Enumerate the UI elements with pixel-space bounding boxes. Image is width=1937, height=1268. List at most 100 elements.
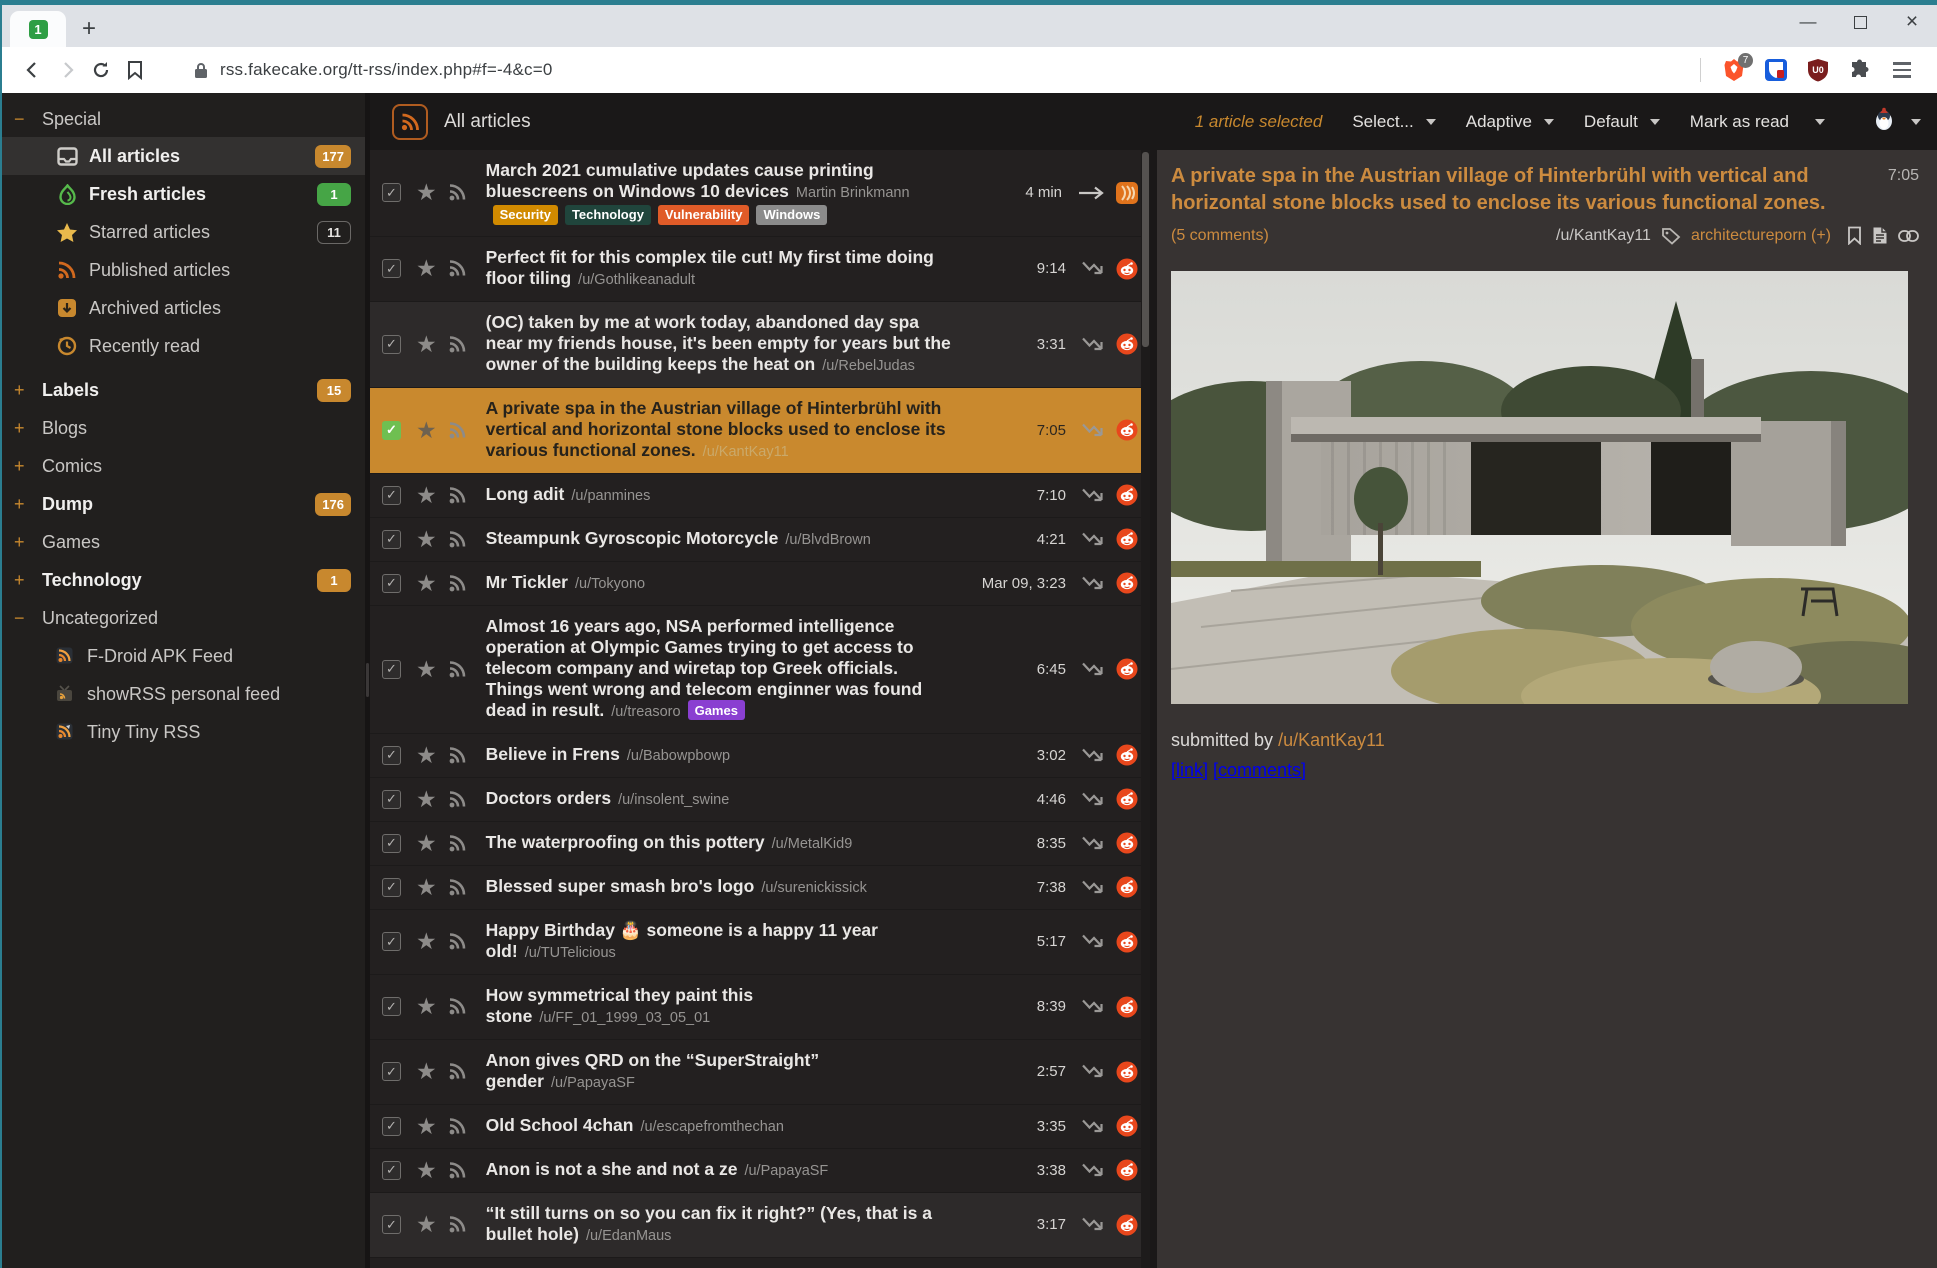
star-icon[interactable]: ★ (416, 876, 437, 899)
article-row[interactable]: ✓★Perfect fit for this complex tile cut!… (370, 237, 1150, 302)
article-title[interactable]: Believe in Frens (486, 744, 620, 764)
sort-dropdown[interactable]: Default (1584, 112, 1660, 132)
article-row[interactable]: ✓ ★ “It still turns on so you can fix it r… (370, 1193, 1150, 1258)
article-row[interactable]: ✓★Steampunk Gyroscopic Motorcycle/u/Blvd… (370, 518, 1150, 562)
article-checkbox[interactable]: ✓ (382, 932, 401, 951)
star-icon[interactable]: ★ (416, 528, 437, 551)
article-checkbox[interactable]: ✓ (382, 660, 401, 679)
article-checkbox[interactable]: ✓ (382, 878, 401, 897)
star-icon[interactable]: ★ (416, 572, 437, 595)
article-row[interactable]: ✓★Anon is not a she and not a ze/u/Papay… (370, 1149, 1150, 1193)
expander-icon[interactable]: + (14, 532, 42, 553)
maximize-button[interactable] (1845, 9, 1875, 35)
star-icon[interactable]: ★ (416, 333, 437, 356)
star-icon[interactable]: ★ (416, 995, 437, 1018)
sidebar-category-uncategorized[interactable]: −Uncategorized (2, 599, 365, 637)
collapse-icon[interactable]: − (14, 109, 42, 130)
browser-tab[interactable]: 1 (10, 11, 66, 47)
close-button[interactable]: × (1897, 9, 1927, 35)
expander-icon[interactable]: + (14, 380, 42, 401)
submitter-link[interactable]: /u/KantKay11 (1278, 730, 1385, 750)
sidebar-feed-showrss-personal-feed[interactable]: showRSS personal feed (2, 675, 365, 713)
article-checkbox[interactable]: ✓ (382, 183, 401, 202)
star-icon[interactable]: ★ (416, 658, 437, 681)
article-title[interactable]: Long adit (486, 484, 565, 504)
article-row[interactable]: ✓★Believe in Frens/u/Babowpbowp3:02 (370, 734, 1150, 778)
sidebar-category-games[interactable]: +Games (2, 523, 365, 561)
article-row[interactable]: ✓★Mr Tickler/u/TokyonoMar 09, 3:23 (370, 562, 1150, 606)
tag-chip[interactable]: Vulnerability (658, 205, 750, 225)
comments-count-link[interactable]: (5 comments) (1171, 227, 1269, 245)
article-title[interactable]: Perfect fit for this complex tile cut! M… (486, 247, 934, 288)
bookmark-icon[interactable] (118, 53, 152, 87)
select-dropdown[interactable]: Select... (1352, 112, 1435, 132)
sidebar-item-all-articles[interactable]: All articles177 (2, 137, 365, 175)
article-checkbox[interactable]: ✓ (382, 574, 401, 593)
category-special[interactable]: − Special (2, 93, 365, 137)
article-checkbox[interactable]: ✓ (382, 259, 401, 278)
article-title[interactable]: Anon gives QRD on the “SuperStraight” ge… (486, 1050, 820, 1091)
sidebar-item-recently-read[interactable]: Recently read (2, 327, 365, 365)
article-row[interactable]: ✓★A private spa in the Austrian village … (370, 388, 1150, 474)
article-row[interactable]: ✓★Almost 16 years ago, NSA performed int… (370, 606, 1150, 734)
expander-icon[interactable]: − (14, 608, 42, 629)
expander-icon[interactable]: + (14, 456, 42, 477)
article-row[interactable]: ✓★Old School 4chan/u/escapefromthechan3:… (370, 1105, 1150, 1149)
star-icon[interactable]: ★ (416, 1213, 437, 1236)
note-icon[interactable] (1872, 226, 1888, 245)
profile-menu[interactable] (1871, 106, 1921, 137)
tag-chip[interactable]: Security (493, 205, 558, 225)
brave-extension-icon[interactable]: 7 (1717, 53, 1751, 87)
external-link[interactable]: [link] (1171, 760, 1208, 780)
scrollbar-thumb[interactable] (1142, 152, 1149, 347)
back-icon[interactable] (16, 53, 50, 87)
article-row[interactable]: ✓★The waterproofing on this pottery/u/Me… (370, 822, 1150, 866)
sidebar-category-labels[interactable]: +Labels15 (2, 371, 365, 409)
tag-chip[interactable]: Technology (565, 205, 651, 225)
article-row[interactable]: ✓★Blessed super smash bro's logo/u/suren… (370, 866, 1150, 910)
star-icon[interactable]: ★ (416, 484, 437, 507)
list-scrollbar[interactable] (1141, 150, 1150, 1268)
star-icon[interactable]: ★ (416, 1115, 437, 1138)
article-checkbox[interactable]: ✓ (382, 790, 401, 809)
article-checkbox[interactable]: ✓ (382, 1062, 401, 1081)
star-icon[interactable]: ★ (416, 419, 437, 442)
sidebar-feed-f-droid-apk-feed[interactable]: F-Droid APK Feed (2, 637, 365, 675)
sidebar-item-starred-articles[interactable]: Starred articles11 (2, 213, 365, 251)
sidebar-category-blogs[interactable]: +Blogs (2, 409, 365, 447)
star-icon[interactable]: ★ (416, 1060, 437, 1083)
sidebar-category-technology[interactable]: +Technology1 (2, 561, 365, 599)
sidebar-item-archived-articles[interactable]: Archived articles (2, 289, 365, 327)
article-checkbox[interactable]: ✓ (382, 1161, 401, 1180)
expander-icon[interactable]: + (14, 570, 42, 591)
article-title[interactable]: Mr Tickler (486, 572, 568, 592)
publish-bookmark-icon[interactable] (1847, 226, 1862, 245)
article-title[interactable]: “It still turns on so you can fix it rig… (486, 1203, 932, 1244)
ublock-extension-icon[interactable]: U0 (1801, 53, 1835, 87)
article-checkbox[interactable]: ✓ (382, 1117, 401, 1136)
star-icon[interactable]: ★ (416, 832, 437, 855)
article-title-link[interactable]: A private spa in the Austrian village of… (1171, 163, 1888, 217)
article-title[interactable]: Old School 4chan (486, 1115, 634, 1135)
article-checkbox[interactable]: ✓ (382, 335, 401, 354)
article-row[interactable]: ✓ ★ Anon gives QRD on the “SuperStraight” … (370, 1040, 1150, 1105)
tag-chip[interactable]: Games (688, 700, 745, 720)
article-row[interactable]: ✓★How symmetrical they paint this stone/… (370, 975, 1150, 1040)
star-icon[interactable]: ★ (416, 744, 437, 767)
bitwarden-extension-icon[interactable] (1759, 53, 1793, 87)
sidebar-item-published-articles[interactable]: Published articles (2, 251, 365, 289)
list-reading-splitter[interactable] (1150, 150, 1157, 1268)
article-row[interactable]: ✓★Doctors orders/u/insolent_swine4:46 (370, 778, 1150, 822)
reload-icon[interactable] (84, 53, 118, 87)
star-icon[interactable]: ★ (416, 930, 437, 953)
article-row[interactable]: ✓★March 2021 cumulative updates cause pr… (370, 150, 1150, 237)
article-row[interactable]: ✓★Ulro represents narcissistic cold and … (370, 1258, 1150, 1268)
article-row[interactable]: ✓★(OC) taken by me at work today, abando… (370, 302, 1150, 388)
share-link-icon[interactable] (1898, 230, 1919, 242)
article-title[interactable]: Doctors orders (486, 788, 611, 808)
article-title[interactable]: The waterproofing on this pottery (486, 832, 765, 852)
article-title[interactable]: Blessed super smash bro's logo (486, 876, 755, 896)
article-checkbox[interactable]: ✓ (382, 834, 401, 853)
minimize-button[interactable]: — (1793, 9, 1823, 35)
article-checkbox[interactable]: ✓ (382, 1215, 401, 1234)
